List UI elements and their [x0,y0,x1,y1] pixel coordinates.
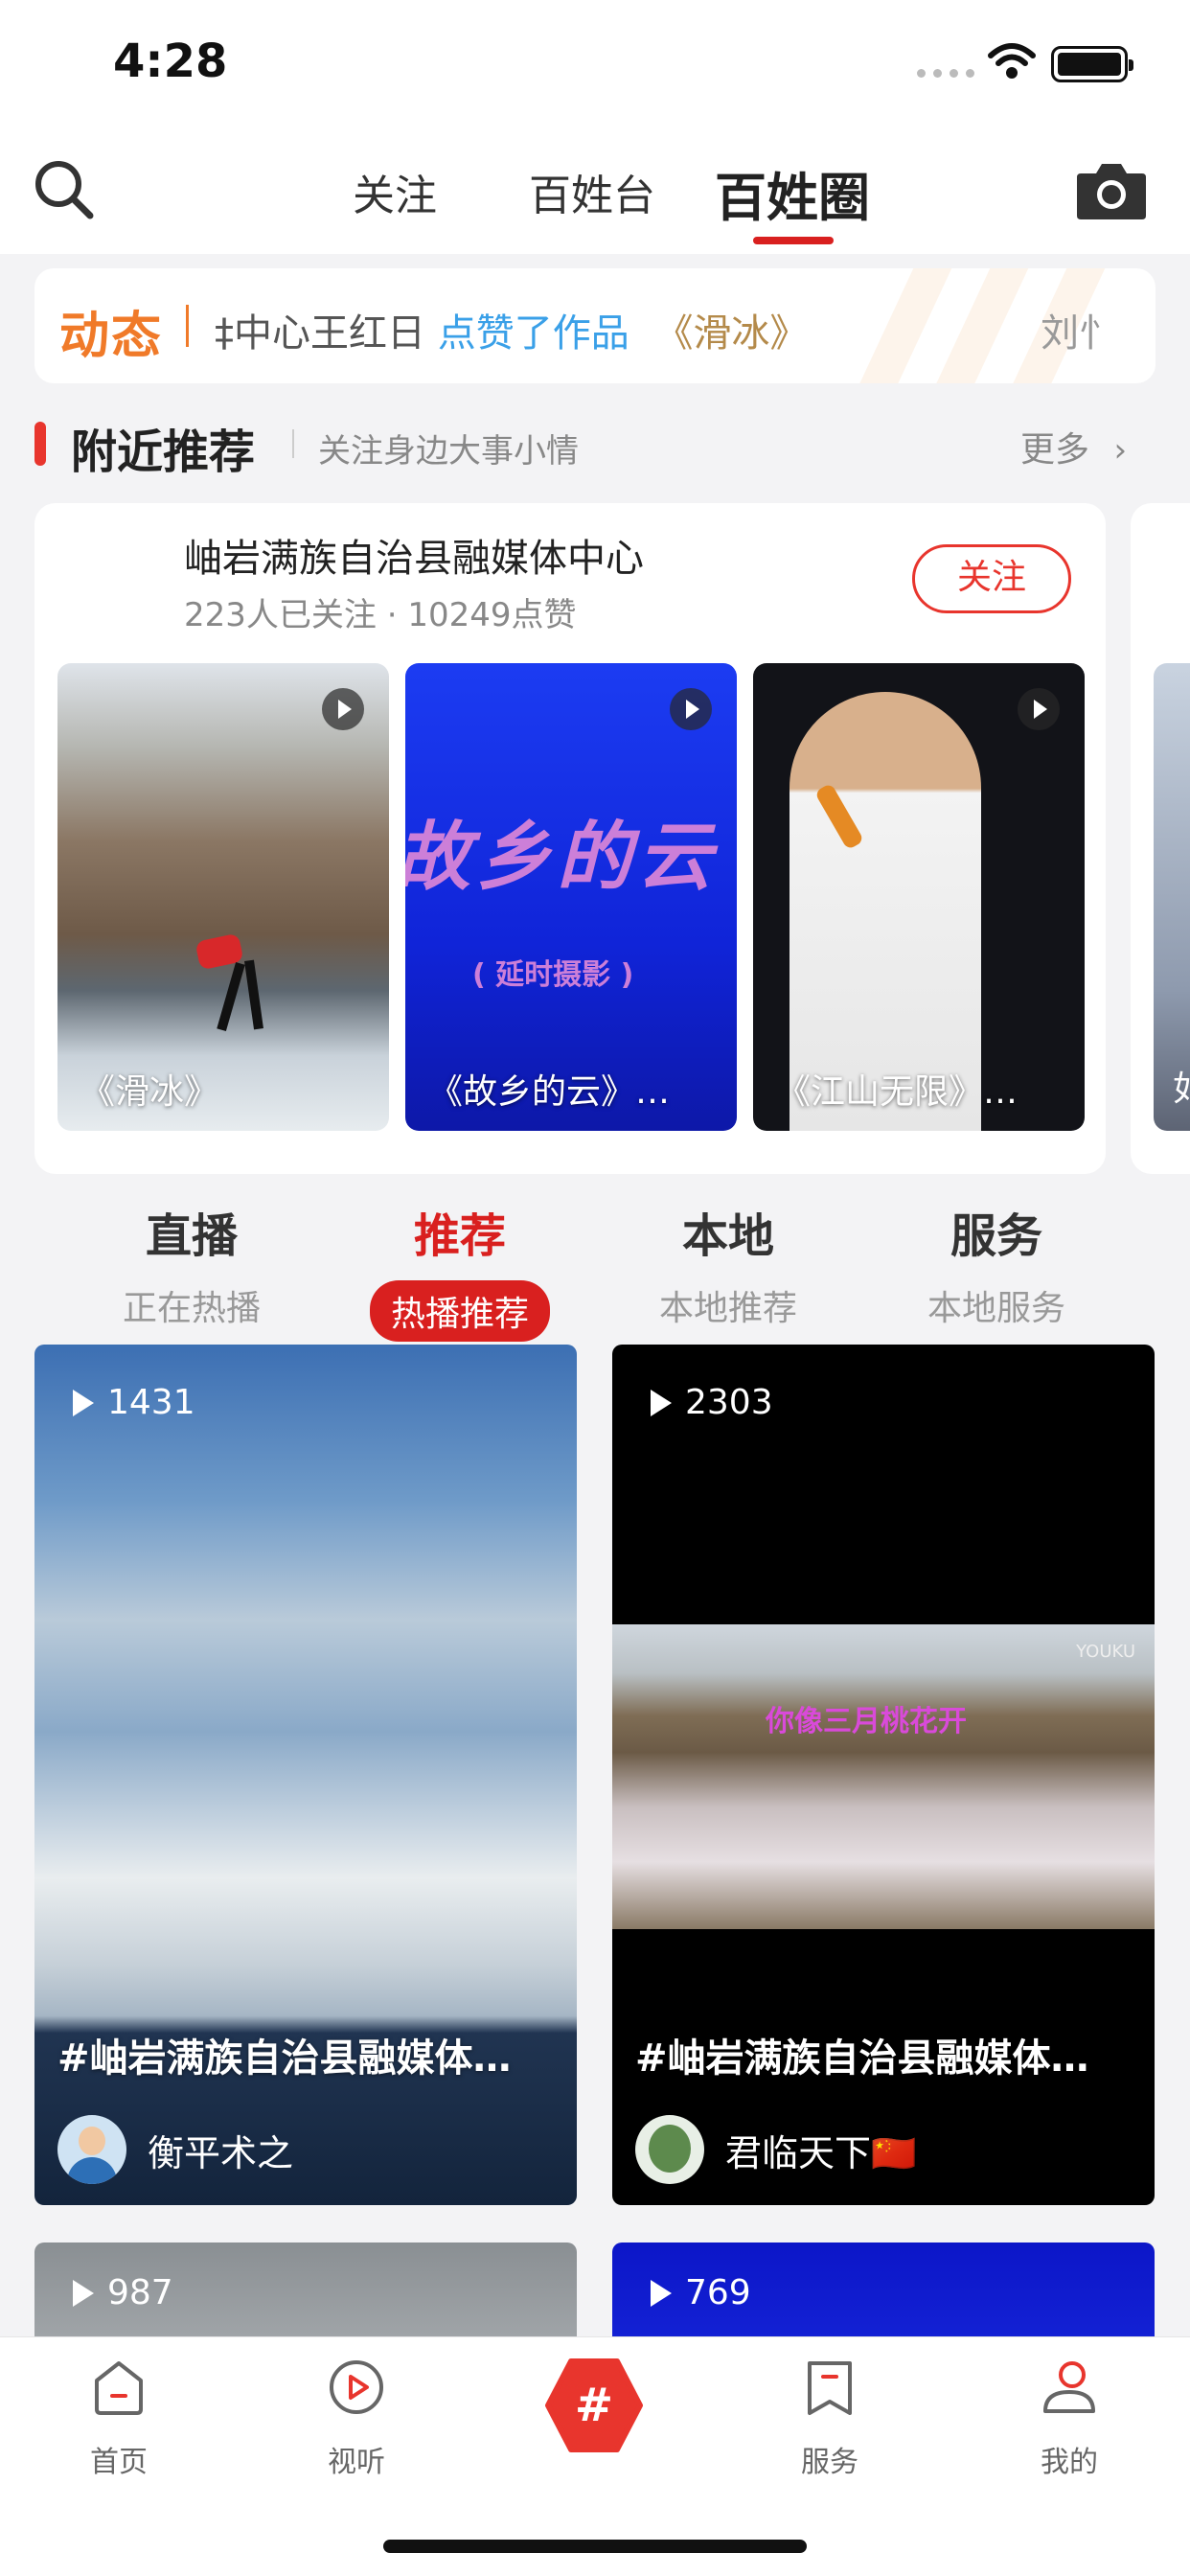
ticker-label: 动态 [59,308,164,365]
play-icon [73,1389,94,1416]
section-subtitle: 关注身边大事小情 [318,432,579,471]
category-service[interactable]: 服务 本地服务 [862,1198,1131,1330]
home-indicator [383,2540,807,2553]
feed-title: #岫岩满族自治县融媒体… [635,2036,1089,2081]
tab-baixingquan[interactable]: 百姓圈 [715,155,870,231]
camera-icon[interactable] [1075,158,1148,221]
play-count: 769 [651,2273,751,2312]
feed-title: #岫岩满族自治县融媒体… [57,2036,512,2081]
video-caption: 《江山无限》… [776,1072,1018,1112]
home-icon [95,2361,143,2415]
activity-ticker[interactable]: 动态 ‡中心王红日 点赞了作品 《滑冰》 刘忄 [34,268,1156,383]
play-circle-icon [330,2360,383,2414]
category-live[interactable]: 直播 正在热播 [57,1198,326,1330]
category-recommend[interactable]: 推荐 热播推荐 [326,1198,594,1342]
play-count: 1431 [73,1383,195,1422]
play-icon [670,688,712,730]
media-center-stats: 223人已关注 · 10249点赞 [184,596,577,634]
media-center-name[interactable]: 岫岩满族自治县融媒体中心 [184,527,644,583]
play-icon [322,688,364,730]
battery-icon [1051,46,1133,82]
tab-watch-listen[interactable]: 视听 [280,2358,433,2480]
bookmark-icon [808,2361,852,2415]
avatar [635,2115,704,2184]
search-icon[interactable] [33,158,96,221]
play-count: 2303 [651,1383,773,1422]
status-time: 4:28 [113,34,228,88]
feed-user[interactable]: 衡平术之 [57,2115,293,2184]
more-link[interactable]: 更多 › [1020,422,1127,472]
feed-user[interactable]: 君临天下🇨🇳 [635,2115,916,2184]
video-thumb-hometown-clouds[interactable]: 故乡的云 ( 延时摄影 ) 《故乡的云》… [405,663,737,1131]
feed-card[interactable]: 你像三月桃花开 YOUKU 2303 #岫岩满族自治县融媒体… 君临天下🇨🇳 [612,1345,1155,2205]
signal-icon [917,69,974,78]
follow-button[interactable]: 关注 [912,544,1071,613]
avatar [57,2115,126,2184]
video-caption: 《滑冰》 [80,1072,219,1112]
play-icon [651,1389,672,1416]
video-frame: 你像三月桃花开 YOUKU [612,1624,1155,1929]
section-accent-bar [34,422,46,466]
profile-icon [1043,2361,1095,2413]
feed-card[interactable]: 1431 #岫岩满族自治县融媒体… 衡平术之 [34,1345,577,2205]
wifi-icon [988,43,1036,79]
play-icon [651,2279,672,2307]
tab-indicator [753,237,834,244]
chevron-right-icon: › [1113,431,1128,470]
tab-baixingtai[interactable]: 百姓台 [529,161,655,222]
video-thumb-skating[interactable]: 《滑冰》 [57,663,389,1131]
play-icon [73,2279,94,2307]
play-icon [1018,688,1060,730]
play-count: 987 [73,2273,173,2312]
tab-mine[interactable]: 我的 [993,2358,1146,2480]
svg-text:#: # [575,2379,613,2432]
nearby-card-next[interactable]: 如 [1131,503,1190,1174]
tab-home[interactable]: 首页 [42,2358,195,2480]
tab-follow[interactable]: 关注 [353,161,437,222]
video-caption: 《故乡的云》… [428,1072,671,1112]
ticker-text: ‡中心王红日 点赞了作品 《滑冰》 刘忄 [215,311,1118,356]
section-title: 附近推荐 [71,426,256,479]
category-local[interactable]: 本地 本地推荐 [594,1198,862,1330]
video-thumb-jiangshan[interactable]: 《江山无限》… [753,663,1085,1131]
hashtag-icon[interactable]: # [542,2354,646,2457]
ticker-divider [186,305,189,347]
tab-service[interactable]: 服务 [753,2358,906,2480]
